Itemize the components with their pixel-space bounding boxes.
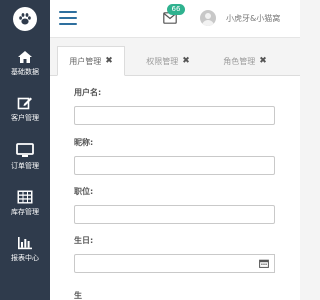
username[interactable]: 小虎牙&小猫窝 [226, 13, 280, 24]
tab-bar: 用户管理 ✖ 权限管理 ✖ 角色管理 ✖ [50, 38, 300, 76]
sidebar-item-label: 客户管理 [11, 114, 39, 122]
logo[interactable] [0, 0, 50, 38]
hamburger-icon[interactable] [59, 11, 77, 25]
paw-icon [19, 13, 31, 25]
bar-chart-icon [18, 237, 32, 250]
grid-icon [17, 190, 33, 204]
birthday-input[interactable] [74, 254, 254, 273]
sidebar-item-reports[interactable]: 报表中心 [0, 236, 50, 263]
username-input[interactable] [74, 106, 275, 125]
sidebar-item-customers[interactable]: 客户管理 [0, 96, 50, 123]
edit-icon [17, 97, 32, 110]
username-label: 用户名: [74, 88, 102, 97]
nickname-label: 昵称: [74, 138, 94, 147]
sidebar-item-label: 订单管理 [11, 162, 39, 170]
tab-label: 角色管理 [223, 56, 256, 66]
monitor-icon [16, 143, 34, 157]
tab-label: 权限管理 [146, 56, 179, 66]
calendar-button[interactable] [253, 254, 275, 273]
tab-role-management[interactable]: 角色管理 ✖ [211, 46, 279, 76]
avatar[interactable] [200, 10, 216, 26]
partial-field-label: 生 [74, 291, 82, 300]
home-icon [18, 51, 32, 63]
tab-label: 用户管理 [69, 56, 102, 66]
user-form: 用户名: 昵称: 职位: 生日: 生 [50, 76, 300, 300]
sidebar-item-basic-data[interactable]: 基础数据 [0, 50, 50, 77]
job-label: 职位: [74, 187, 94, 196]
birthday-label: 生日: [74, 236, 94, 245]
sidebar-item-label: 基础数据 [11, 68, 39, 76]
sidebar-item-label: 库存管理 [11, 208, 39, 216]
calendar-icon [258, 259, 269, 268]
tab-permission-management[interactable]: 权限管理 ✖ [134, 46, 202, 76]
nickname-input[interactable] [74, 156, 275, 175]
job-input[interactable] [74, 205, 275, 224]
sidebar-item-label: 报表中心 [11, 254, 39, 262]
sidebar: 基础数据 客户管理 订单管理 库存管理 报表中心 [0, 0, 50, 300]
close-icon[interactable]: ✖ [182, 56, 190, 66]
sidebar-item-inventory[interactable]: 库存管理 [0, 190, 50, 217]
close-icon[interactable]: ✖ [105, 56, 113, 66]
sidebar-item-orders[interactable]: 订单管理 [0, 143, 50, 171]
close-icon[interactable]: ✖ [259, 56, 267, 66]
notification-badge: 66 [167, 4, 185, 15]
tab-user-management[interactable]: 用户管理 ✖ [57, 46, 125, 76]
top-bar: 66 小虎牙&小猫窝 [50, 0, 300, 38]
